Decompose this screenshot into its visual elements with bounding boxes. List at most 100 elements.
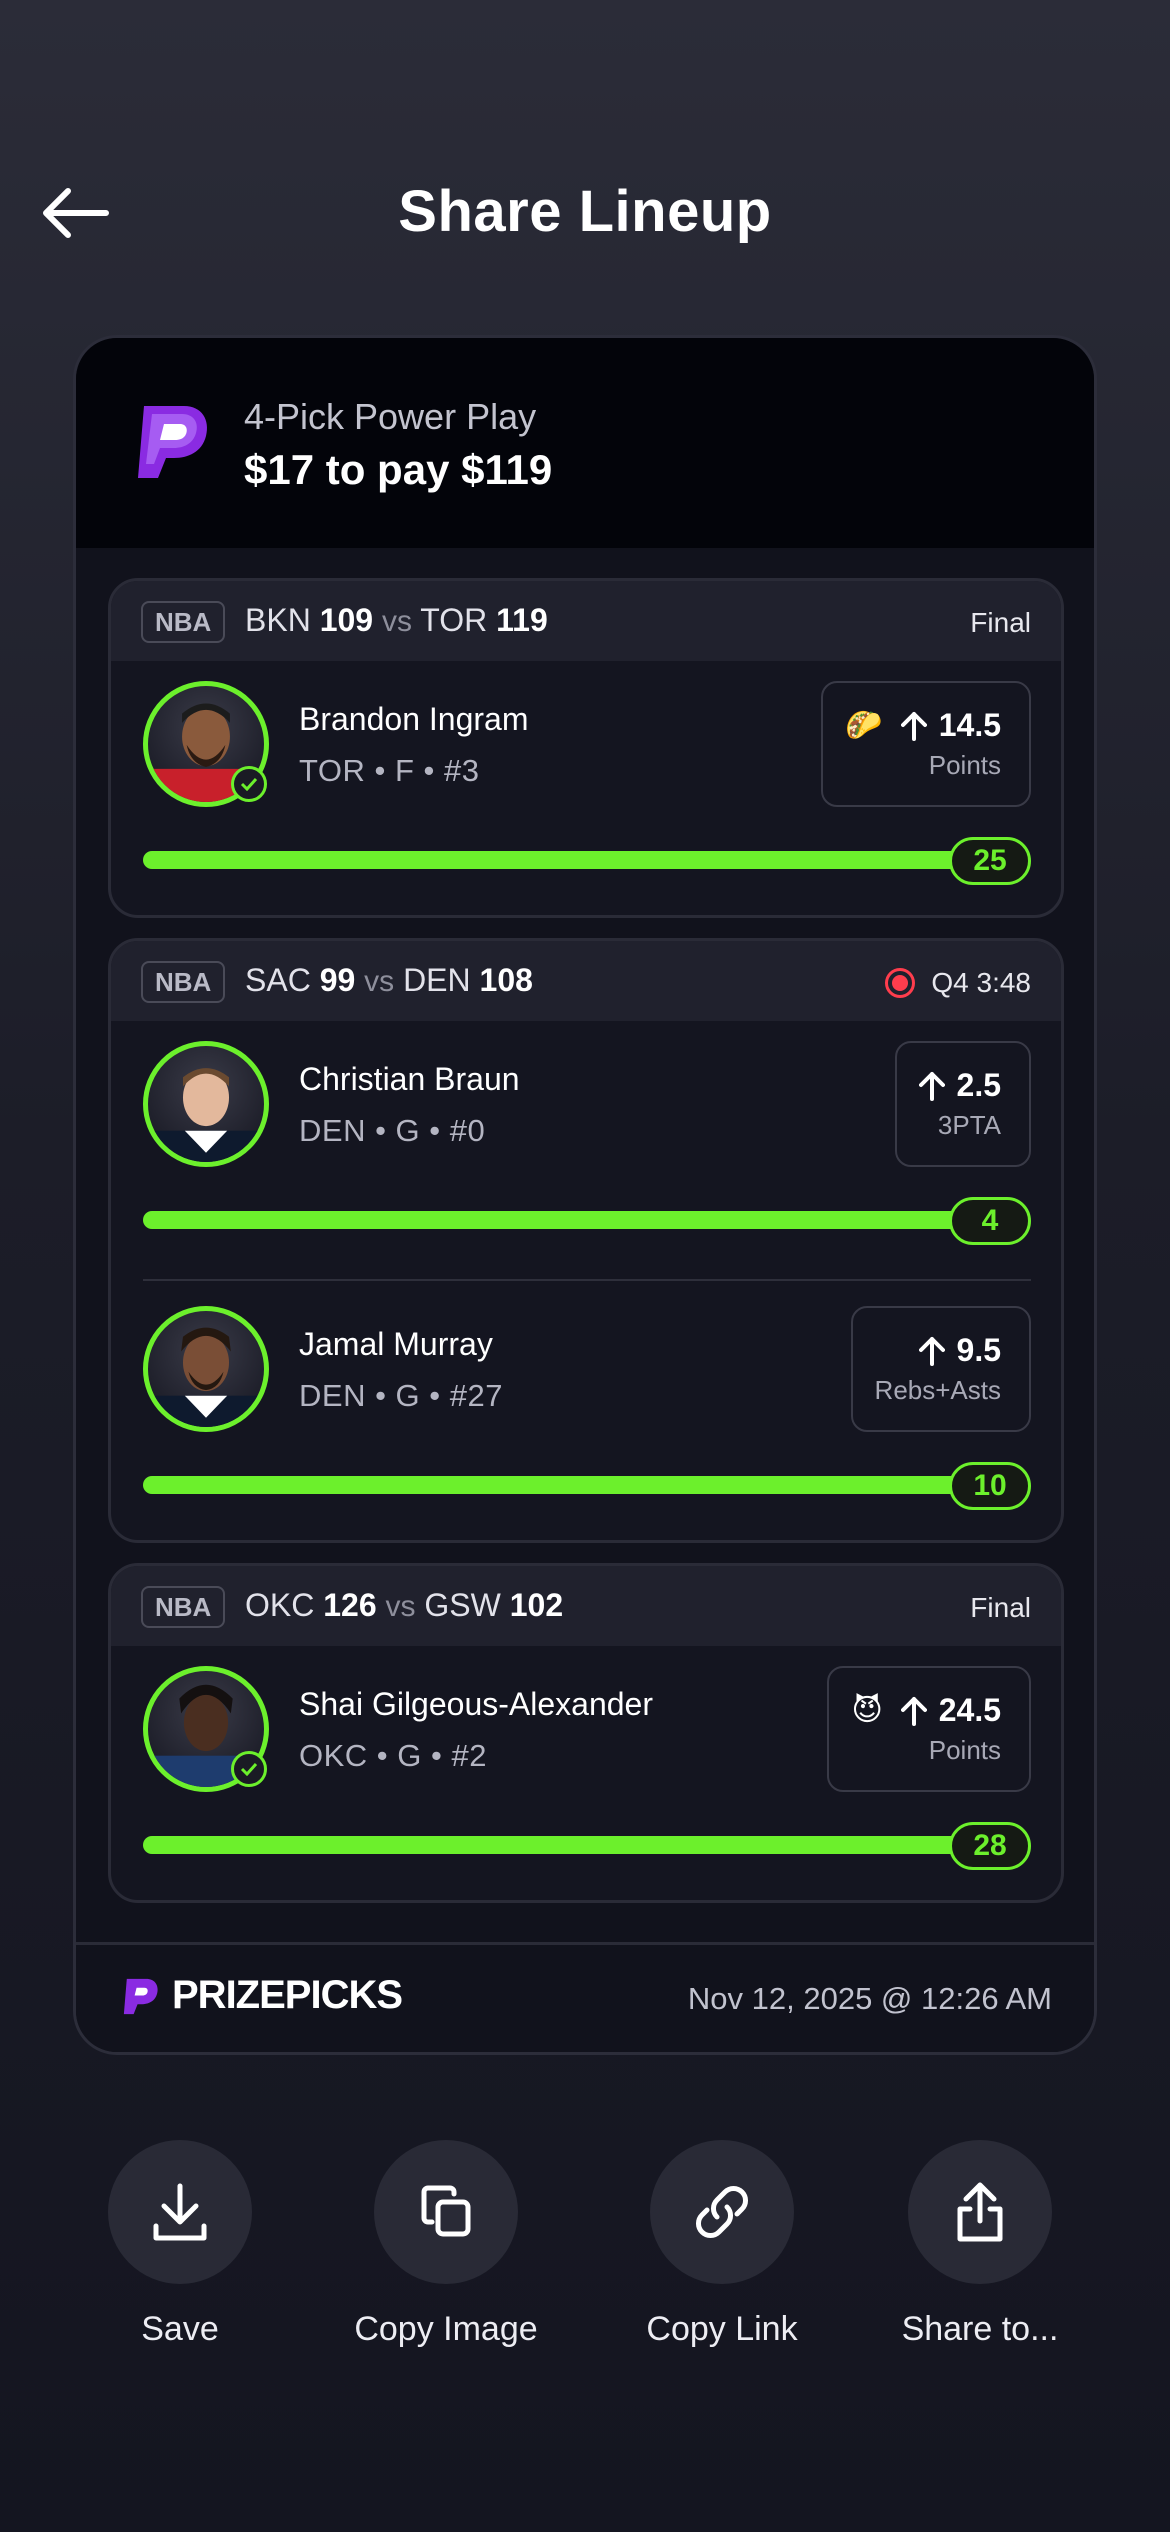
pick-row: Shai Gilgeous-Alexander OKC • G • #2 😈 2… — [111, 1646, 1061, 1900]
stat-type: Points — [928, 1735, 1001, 1765]
save-label: Save — [141, 2310, 219, 2348]
game-header: NBA SAC 99 vs DEN 108 Q4 3:48 — [111, 941, 1061, 1021]
result-value: 25 — [949, 837, 1031, 885]
home-score: 119 — [496, 602, 548, 638]
pick-row: Jamal Murray DEN • G • #27 9.5 Rebs+Asts… — [111, 1281, 1061, 1540]
home-team: TOR — [420, 602, 488, 638]
card-footer: PRIZEPICKS Nov 12, 2025 @ 12:26 AM — [76, 1942, 1094, 2052]
check-icon — [231, 1751, 267, 1787]
copy-link-button-circle[interactable] — [650, 2140, 794, 2284]
arrow-up-icon — [900, 1696, 927, 1726]
entry-payout: $17 to pay $119 — [244, 446, 553, 493]
share-to-button-circle[interactable] — [908, 2140, 1052, 2284]
header: Share Lineup — [0, 160, 1170, 260]
game-status: Final — [970, 607, 1031, 638]
player-avatar — [143, 1306, 269, 1432]
game-status: Q4 3:48 — [885, 967, 1031, 999]
player-meta: DEN • G • #27 — [299, 1378, 503, 1413]
player-name: Shai Gilgeous-Alexander — [299, 1686, 653, 1722]
away-score: 109 — [319, 602, 374, 638]
lineup-summary: 4-Pick Power Play $17 to pay $119 — [76, 338, 1094, 548]
game-score: SAC 99 vs DEN 108 — [245, 962, 533, 999]
copy-image-button-circle[interactable] — [374, 2140, 518, 2284]
line-value: 9.5 — [956, 1332, 1001, 1368]
stat-type: 3PTA — [937, 1110, 1001, 1140]
page-title: Share Lineup — [398, 179, 772, 244]
player-meta: OKC • G • #2 — [299, 1738, 487, 1773]
copy-icon — [421, 2185, 471, 2237]
stat-type: Points — [928, 750, 1001, 780]
vs-label: vs — [364, 965, 395, 998]
projection-box: 😈 24.5 Points — [827, 1666, 1031, 1792]
game-clock: Q4 3:48 — [931, 967, 1031, 998]
line-value: 24.5 — [938, 1692, 1001, 1728]
vs-label: vs — [385, 1590, 416, 1623]
away-team: OKC — [245, 1587, 315, 1623]
league-badge: NBA — [141, 1586, 226, 1628]
result-value: 28 — [949, 1822, 1031, 1870]
league-badge: NBA — [141, 601, 226, 643]
away-team: SAC — [245, 962, 311, 998]
projection-box: 🌮 14.5 Points — [821, 681, 1031, 807]
player-meta: TOR • F • #3 — [299, 753, 480, 788]
copy-link-label: Copy Link — [646, 2310, 798, 2348]
lineup-date: Nov 12, 2025 @ 12:26 AM — [687, 1981, 1052, 2016]
player-name: Jamal Murray — [299, 1326, 493, 1362]
progress-bar — [143, 1211, 1023, 1229]
away-score: 99 — [319, 962, 356, 998]
brand-wordmark: PRIZEPICKS — [118, 1973, 403, 2018]
away-score: 126 — [323, 1587, 377, 1623]
game-card: NBA BKN 109 vs TOR 119 Final Brandon Ing… — [108, 578, 1064, 918]
game-card: NBA SAC 99 vs DEN 108 Q4 3:48 Christian … — [108, 938, 1064, 1543]
game-card: NBA OKC 126 vs GSW 102 Final Shai Gilgeo… — [108, 1563, 1064, 1903]
home-team: DEN — [403, 962, 471, 998]
link-icon — [696, 2186, 748, 2238]
player-name: Brandon Ingram — [299, 701, 529, 737]
pick-row: Christian Braun DEN • G • #0 2.5 3PTA 4 — [111, 1021, 1061, 1281]
stat-type: Rebs+Asts — [874, 1375, 1001, 1405]
player-name: Christian Braun — [299, 1061, 520, 1097]
line-value: 2.5 — [956, 1067, 1001, 1103]
line-value: 14.5 — [938, 707, 1001, 743]
result-value: 4 — [949, 1197, 1031, 1245]
taco-icon: 🌮 — [845, 709, 883, 742]
lineup-card: 4-Pick Power Play $17 to pay $119 NBA BK… — [73, 335, 1097, 2055]
devil-icon: 😈 — [851, 1694, 883, 1727]
game-header: NBA OKC 126 vs GSW 102 Final — [111, 1566, 1061, 1646]
projection-box: 9.5 Rebs+Asts — [850, 1306, 1031, 1432]
player-headshot-icon — [148, 1327, 264, 1427]
result-value: 10 — [949, 1462, 1031, 1510]
pick-row: Brandon Ingram TOR • F • #3 🌮 14.5 Point… — [111, 661, 1061, 915]
prizepicks-logo-icon — [123, 1978, 158, 2014]
player-headshot-icon — [148, 1068, 264, 1162]
projection-box: 2.5 3PTA — [894, 1041, 1031, 1167]
home-team: GSW — [424, 1587, 501, 1623]
arrow-up-icon — [900, 711, 927, 741]
save-button[interactable]: Save — [50, 2140, 310, 2349]
copy-image-button[interactable]: Copy Image — [316, 2140, 576, 2349]
player-avatar — [143, 1041, 269, 1167]
home-score: 108 — [479, 962, 533, 998]
arrow-up-icon — [918, 1071, 945, 1101]
brand-name: PRIZEPICKS — [172, 1973, 403, 2017]
game-status: Final — [970, 1592, 1031, 1623]
check-icon — [231, 766, 267, 802]
share-actions: Save Copy Image Copy Link Share to... — [0, 2140, 1170, 2380]
progress-bar — [143, 851, 1023, 869]
home-score: 102 — [509, 1587, 564, 1623]
copy-link-button[interactable]: Copy Link — [592, 2140, 852, 2349]
league-badge: NBA — [141, 961, 226, 1003]
away-team: BKN — [245, 602, 311, 638]
save-button-circle[interactable] — [108, 2140, 252, 2284]
game-header: NBA BKN 109 vs TOR 119 Final — [111, 581, 1061, 661]
arrow-up-icon — [918, 1336, 945, 1366]
progress-bar — [143, 1476, 1023, 1494]
prizepicks-logo-icon — [138, 406, 208, 478]
share-to-label: Share to... — [901, 2310, 1059, 2348]
share-to-button[interactable]: Share to... — [850, 2140, 1110, 2349]
progress-bar — [143, 1836, 1023, 1854]
vs-label: vs — [381, 605, 412, 638]
player-meta: DEN • G • #0 — [299, 1113, 486, 1148]
download-icon — [153, 2183, 207, 2241]
game-score: OKC 126 vs GSW 102 — [245, 1587, 563, 1624]
